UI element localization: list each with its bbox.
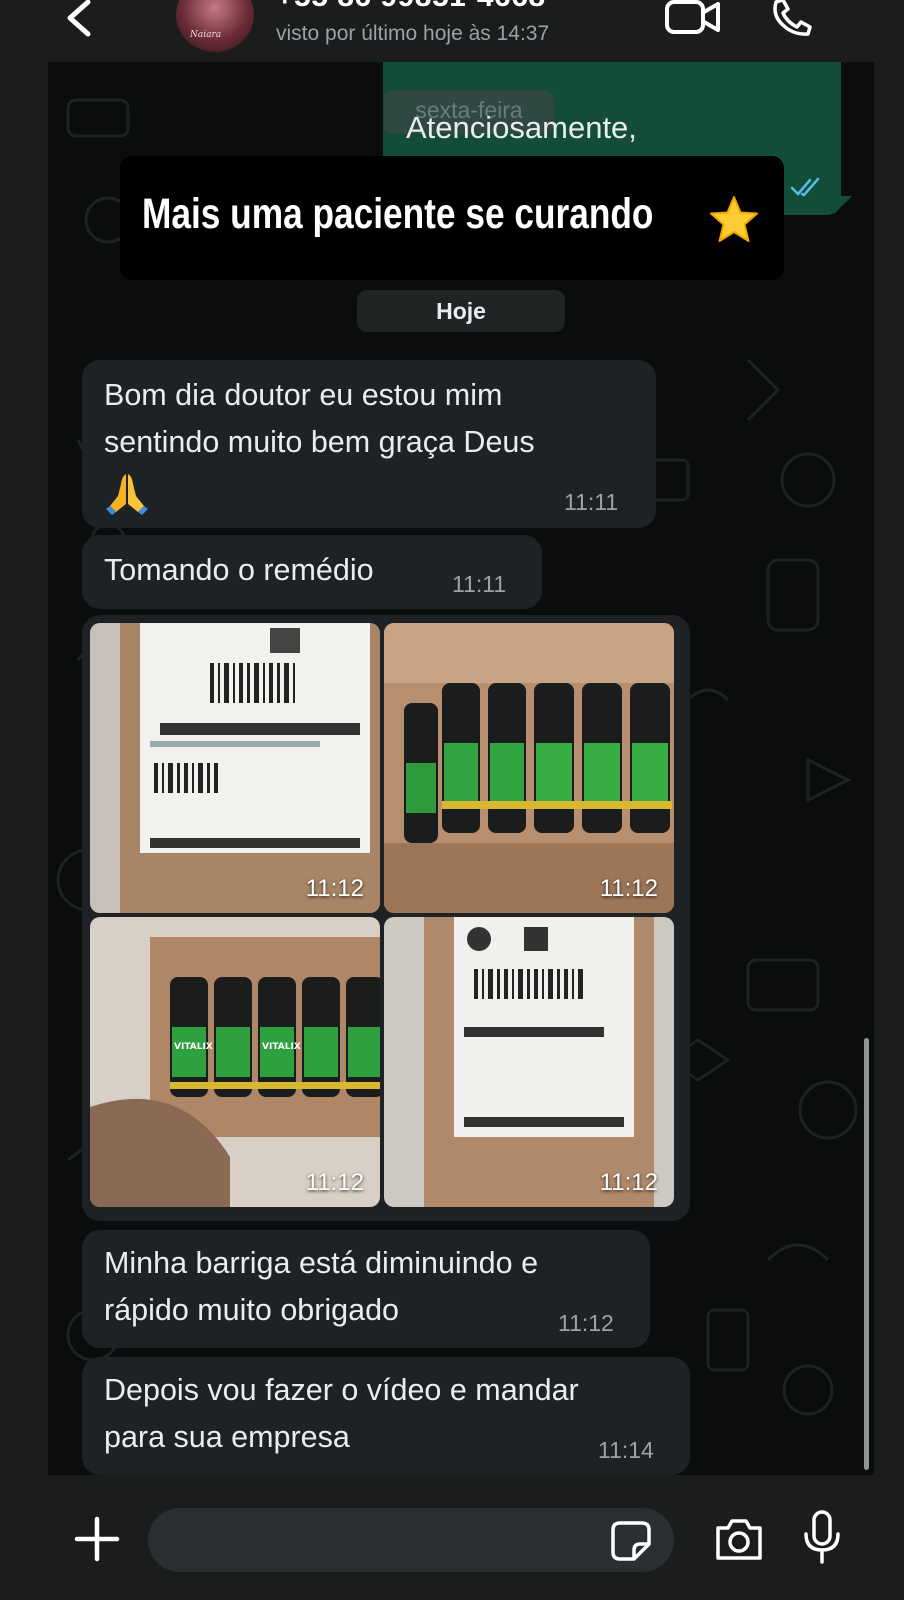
plus-icon[interactable] <box>74 1516 120 1562</box>
incoming-message-bubble[interactable]: Depois vou fazer o vídeo e mandar para s… <box>82 1357 690 1475</box>
message-text: Tomando o remédio <box>104 553 374 587</box>
message-text: Minha barriga está diminuindo e rápido m… <box>104 1246 539 1327</box>
photo-image <box>384 917 674 1207</box>
video-call-icon[interactable] <box>664 0 722 38</box>
last-seen-status: visto por último hoje às 14:37 <box>276 22 550 45</box>
photo-time: 11:12 <box>599 875 658 902</box>
photo-thumbnail[interactable]: VITALIX VITALIX 11:12 <box>90 917 380 1207</box>
avatar-caption: Naiara <box>190 30 222 40</box>
outgoing-message-text: Atenciosamente, <box>406 110 637 145</box>
chat-scrollbar[interactable] <box>864 1038 869 1470</box>
message-time: 11:11 <box>452 571 507 597</box>
message-time: 11:11 <box>564 489 619 515</box>
folded-hands-emoji-icon <box>106 474 148 515</box>
contact-avatar[interactable]: Naiara <box>176 0 254 52</box>
message-input[interactable] <box>148 1508 674 1572</box>
contact-name[interactable]: +55 86 99851-4668 <box>276 0 546 14</box>
photo-thumbnail[interactable]: 11:12 <box>90 623 380 913</box>
photo-image <box>384 623 674 913</box>
microphone-icon[interactable] <box>802 1510 842 1564</box>
back-arrow-icon[interactable] <box>62 0 96 40</box>
incoming-message-bubble[interactable]: Tomando o remédio 11:11 <box>82 535 542 609</box>
sticker-icon[interactable] <box>610 1520 652 1562</box>
bottle-brand-label: VITALIX <box>174 1042 213 1052</box>
read-receipt-icon <box>790 177 820 197</box>
message-text: Bom dia doutor eu estou mim sentindo mui… <box>104 378 535 459</box>
photo-time: 11:12 <box>305 875 364 902</box>
message-time: 11:12 <box>558 1310 614 1336</box>
message-text: Depois vou fazer o vídeo e mandar para s… <box>104 1373 579 1454</box>
phone-call-icon[interactable] <box>770 0 814 38</box>
message-time: 11:14 <box>598 1437 654 1463</box>
photo-image: VITALIX VITALIX <box>90 917 380 1207</box>
outgoing-bubble-tail <box>834 196 852 214</box>
photo-time: 11:12 <box>599 1169 658 1196</box>
chat-header: Naiara +55 86 99851-4668 visto por últim… <box>0 0 904 62</box>
photo-image <box>90 623 380 913</box>
photo-album-bubble[interactable]: 11:12 11:12 VITALIX VITALIX 11:12 11:12 <box>82 615 690 1221</box>
overlay-caption-text: Mais uma paciente se curando <box>142 190 654 238</box>
camera-icon[interactable] <box>714 1516 764 1562</box>
incoming-message-bubble[interactable]: Minha barriga está diminuindo e rápido m… <box>82 1230 650 1348</box>
bottle-brand-label: VITALIX <box>262 1042 301 1052</box>
incoming-message-bubble[interactable]: Bom dia doutor eu estou mim sentindo mui… <box>82 360 656 528</box>
photo-time: 11:12 <box>305 1169 364 1196</box>
star-emoji-icon <box>710 196 758 242</box>
photo-thumbnail[interactable]: 11:12 <box>384 623 674 913</box>
day-divider: Hoje <box>357 290 565 332</box>
photo-thumbnail[interactable]: 11:12 <box>384 917 674 1207</box>
